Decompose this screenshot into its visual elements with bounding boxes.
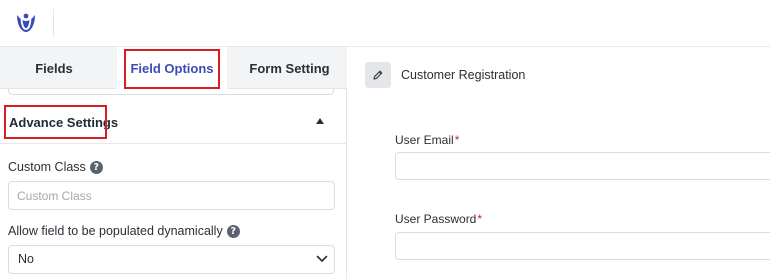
advance-settings-header[interactable]: Advance Settings <box>0 102 347 144</box>
form-title: Customer Registration <box>401 68 526 82</box>
pencil-icon <box>373 70 383 80</box>
previous-field-edge <box>8 89 334 95</box>
required-marker: * <box>454 133 460 147</box>
custom-class-input[interactable] <box>8 181 335 210</box>
user-password-label-text: User Password <box>395 212 477 226</box>
user-email-label: User Email* <box>395 133 459 147</box>
edit-form-title-button[interactable] <box>365 62 391 88</box>
user-password-field[interactable] <box>395 232 770 260</box>
form-preview-panel: Customer Registration User Email* User P… <box>348 47 770 279</box>
help-icon[interactable]: ? <box>226 224 240 238</box>
custom-class-label-text: Custom Class <box>8 160 86 174</box>
tab-fields[interactable]: Fields <box>0 47 108 89</box>
tab-form-setting[interactable]: Form Setting <box>232 47 347 89</box>
allow-dynamic-select[interactable]: No <box>8 245 335 274</box>
chevron-down-icon <box>316 255 328 262</box>
user-email-field[interactable] <box>395 152 770 180</box>
top-bar-divider <box>53 9 54 37</box>
caret-up-icon[interactable] <box>316 118 324 124</box>
allow-dynamic-label-text: Allow field to be populated dynamically <box>8 224 223 238</box>
custom-class-label: Custom Class ? <box>8 160 103 174</box>
allow-dynamic-selected-value: No <box>18 252 34 266</box>
allow-dynamic-label: Allow field to be populated dynamically … <box>8 224 240 238</box>
tab-field-options[interactable]: Field Options <box>117 47 227 90</box>
user-password-label: User Password* <box>395 212 482 226</box>
user-email-label-text: User Email <box>395 133 454 147</box>
required-marker: * <box>477 212 483 226</box>
advance-settings-title: Advance Settings <box>9 115 119 130</box>
field-options-panel: Fields Field Options Form Setting Advanc… <box>0 47 347 279</box>
top-bar <box>0 0 770 47</box>
panel-tabs: Fields Field Options Form Setting <box>0 47 347 90</box>
help-icon[interactable]: ? <box>89 160 103 174</box>
brand-logo-icon[interactable] <box>13 10 39 36</box>
